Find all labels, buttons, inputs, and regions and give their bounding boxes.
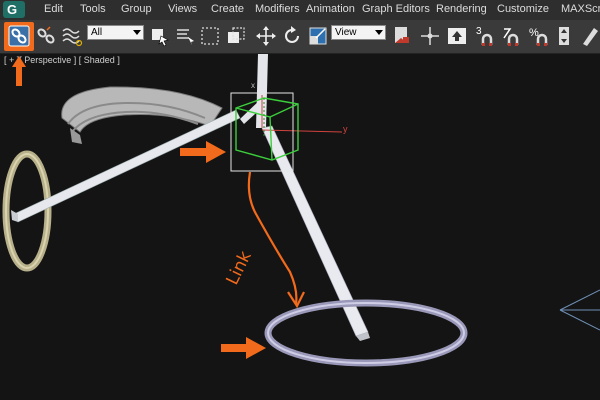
keyboard-override-icon: [448, 28, 466, 44]
named-selection-icon: [583, 28, 598, 46]
menu-group[interactable]: Group: [121, 3, 152, 15]
unlink-selection-button[interactable]: [34, 24, 58, 48]
select-by-name-button[interactable]: [173, 24, 197, 48]
select-and-manipulate-button[interactable]: [418, 24, 442, 48]
rectangular-selection-button[interactable]: [199, 24, 223, 48]
select-object-button[interactable]: [148, 24, 172, 48]
select-and-move-button[interactable]: [254, 24, 278, 48]
use-pivot-center-button[interactable]: [390, 24, 414, 48]
menu-animation[interactable]: Animation: [306, 3, 355, 15]
chevron-down-icon: [375, 30, 383, 35]
dashed-rectangle-icon: [201, 27, 219, 45]
menu-tools[interactable]: Tools: [80, 3, 106, 15]
move-icon: [256, 26, 276, 46]
percent-snap-icon: %: [529, 27, 548, 46]
rotate-icon: [285, 26, 299, 43]
window-crossing-icon: [228, 27, 245, 43]
coordinate-system-value: View: [335, 27, 357, 38]
select-and-rotate-button[interactable]: [280, 24, 304, 48]
axis-y-label: y: [343, 124, 348, 134]
menu-customize[interactable]: Customize: [497, 3, 549, 15]
menu-views[interactable]: Views: [168, 3, 197, 15]
arrow-up-annotation: [12, 56, 26, 86]
chevron-down-icon: [133, 30, 141, 35]
pivot-center-icon: [395, 27, 409, 43]
space-warp-icon: [62, 28, 83, 47]
perspective-viewport[interactable]: y x Link [ + ][ Perspective ] [ Shaded]: [0, 54, 600, 400]
angle-snap-toggle-button[interactable]: [500, 24, 524, 48]
menu-bar: G Edit Tools Group Views Create Modifier…: [0, 0, 600, 20]
menu-maxscript[interactable]: MAXScri: [561, 3, 600, 15]
select-and-scale-button[interactable]: [306, 24, 330, 48]
selection-filter-value: All: [91, 27, 103, 38]
select-cursor-icon: [152, 29, 169, 47]
menu-modifiers[interactable]: Modifiers: [255, 3, 300, 15]
manipulate-icon: [421, 27, 439, 45]
snap-number: 3: [476, 26, 482, 37]
spinner-snap-toggle-button[interactable]: [553, 24, 577, 48]
reference-coordinate-dropdown[interactable]: View: [331, 25, 386, 40]
window-crossing-button[interactable]: [224, 24, 248, 48]
arrow-right-box: [180, 141, 226, 163]
camera-object: [559, 289, 600, 331]
unlink-icon: [37, 26, 55, 44]
app-logo-letter: G: [7, 2, 18, 17]
magnet-snap-icon: 3: [476, 26, 493, 46]
link-annotation-text: Link: [223, 248, 256, 288]
spinner-snap-icon: [559, 27, 569, 45]
selection-filter-dropdown[interactable]: All: [87, 25, 144, 40]
select-list-icon: [177, 29, 194, 45]
menu-create[interactable]: Create: [211, 3, 244, 15]
select-and-link-button[interactable]: [7, 24, 31, 48]
edit-named-selection-button[interactable]: [580, 24, 600, 48]
arrow-right-torus: [221, 337, 266, 359]
app-logo[interactable]: G: [3, 1, 25, 18]
keyboard-shortcut-override-button[interactable]: [445, 24, 469, 48]
menu-graph-editors[interactable]: Graph Editors: [362, 3, 430, 15]
angle-snap-icon: [503, 28, 519, 46]
viewport-scene: y x Link: [2, 54, 600, 367]
axis-x-label: x: [251, 81, 255, 90]
bone-left: [13, 109, 241, 223]
scale-icon: [309, 27, 327, 45]
link-annotation-curve: [247, 171, 298, 305]
snaps-toggle-button[interactable]: 3: [474, 24, 498, 48]
menu-rendering[interactable]: Rendering: [436, 3, 487, 15]
bind-to-space-warp-button[interactable]: [60, 24, 84, 48]
menu-edit[interactable]: Edit: [44, 3, 63, 15]
percent-snap-toggle-button[interactable]: %: [527, 24, 551, 48]
link-icon: [8, 25, 30, 47]
